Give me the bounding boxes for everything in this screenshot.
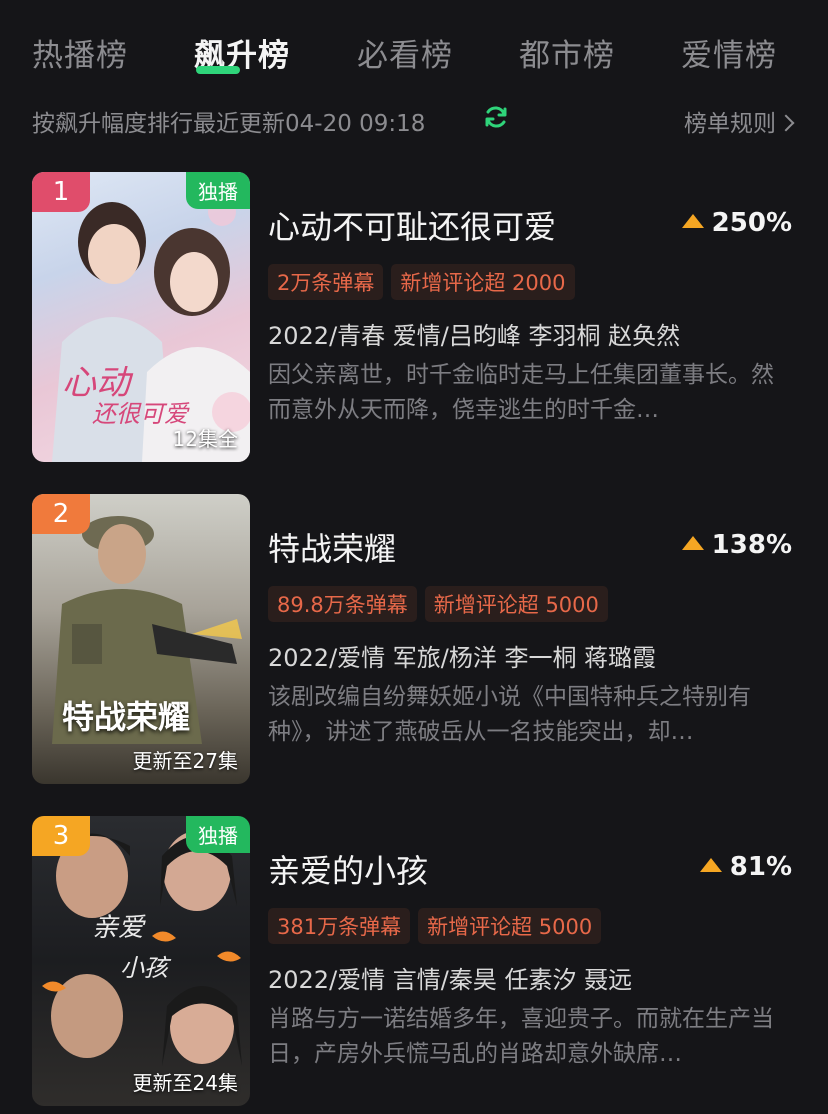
show-meta: 2022/爱情 军旅/杨洋 李一桐 蒋璐霞: [268, 644, 657, 672]
poster-image[interactable]: 2 特战荣耀 更新至27集: [32, 494, 250, 784]
ranking-item[interactable]: 心动 还很可爱 1 独播 12集全 心动不可耻还很可爱 250% 2万条弹幕 新增…: [32, 172, 792, 462]
show-meta: 2022/青春 爱情/吕昀峰 李羽桐 赵奂然: [268, 322, 681, 350]
tab-bar: 热播榜 飙升榜 必看榜 都市榜 爱情榜: [0, 30, 828, 80]
episode-count: 更新至27集: [132, 749, 238, 773]
danmaku-count-tag: 381万条弹幕: [268, 908, 411, 944]
tag-list: 381万条弹幕 新增评论超 5000: [268, 908, 609, 944]
danmaku-count-tag: 89.8万条弹幕: [268, 586, 417, 622]
ranking-rules-link[interactable]: 榜单规则: [684, 104, 795, 138]
ranking-item[interactable]: 2 特战荣耀 更新至27集 特战荣耀 138% 89.8万条弹幕 新增评论超 50…: [32, 494, 792, 784]
triangle-up-icon: [699, 858, 722, 872]
show-title[interactable]: 亲爱的小孩: [268, 846, 428, 892]
episode-count: 更新至24集: [132, 1071, 238, 1095]
poster-title: 特战荣耀: [62, 698, 191, 736]
show-title[interactable]: 特战荣耀: [268, 524, 396, 570]
rise-value: 138%: [711, 530, 792, 560]
ranking-info-bar: 按飙升幅度排行最近更新04-20 09:18 榜单规则: [32, 103, 795, 138]
ranking-item[interactable]: 亲爱 小孩 3 独播 更新至24集 亲爱的小孩 81% 381万条弹幕 新增评论超…: [32, 816, 792, 1106]
poster-image[interactable]: 亲爱 小孩 3 独播 更新至24集: [32, 816, 250, 1106]
active-tab-indicator: [196, 66, 240, 74]
svg-text:小孩: 小孩: [120, 954, 172, 982]
rank-badge: 2: [32, 494, 90, 534]
tab-romance[interactable]: 爱情榜: [681, 30, 777, 75]
rise-percentage: 81%: [699, 852, 792, 882]
tab-urban[interactable]: 都市榜: [519, 30, 615, 75]
triangle-up-icon: [681, 536, 704, 550]
tab-must-watch[interactable]: 必看榜: [357, 30, 453, 75]
danmaku-count-tag: 2万条弹幕: [268, 264, 384, 300]
tag-list: 89.8万条弹幕 新增评论超 5000: [268, 586, 616, 622]
ranking-rules-label: 榜单规则: [684, 111, 776, 137]
episode-count: 12集全: [172, 427, 238, 451]
comment-count-tag: 新增评论超 5000: [418, 908, 602, 944]
show-description: 肖路与方一诺结婚多年，喜迎贵子。而就在生产当日，产房外兵慌马乱的肖路却意外缺席…: [268, 1006, 774, 1067]
tag-list: 2万条弹幕 新增评论超 2000: [268, 264, 583, 300]
comment-count-tag: 新增评论超 5000: [424, 586, 608, 622]
refresh-icon[interactable]: [482, 103, 510, 131]
poster-art: 亲爱 小孩: [42, 831, 242, 1066]
rise-value: 81%: [729, 852, 792, 882]
show-description: 因父亲离世，时千金临时走马上任集团董事长。然而意外从天而降，侥幸逃生的时千金…: [268, 362, 774, 423]
chevron-right-icon: [777, 114, 795, 132]
poster-art: 心动 还很可爱: [52, 198, 250, 462]
ranking-description: 按飙升幅度排行最近更新04-20 09:18: [32, 111, 426, 137]
show-description: 该剧改编自纷舞妖姬小说《中国特种兵之特别有种》，讲述了燕破岳从一名技能突出，却…: [268, 684, 751, 745]
rank-badge: 1: [32, 172, 90, 212]
poster-art: [52, 516, 242, 744]
comment-count-tag: 新增评论超 2000: [391, 264, 575, 300]
rise-value: 250%: [711, 208, 792, 238]
svg-text:心动: 心动: [62, 363, 134, 403]
show-meta: 2022/爱情 言情/秦昊 任素汐 聂远: [268, 966, 633, 994]
rank-badge: 3: [32, 816, 90, 856]
poster-image[interactable]: 心动 还很可爱 1 独播 12集全: [32, 172, 250, 462]
exclusive-badge: 独播: [186, 816, 250, 853]
triangle-up-icon: [681, 214, 704, 228]
rise-percentage: 250%: [681, 208, 792, 238]
show-title[interactable]: 心动不可耻还很可爱: [268, 202, 556, 248]
rise-percentage: 138%: [681, 530, 792, 560]
tab-hot[interactable]: 热播榜: [32, 30, 128, 75]
exclusive-badge: 独播: [186, 172, 250, 209]
svg-text:亲爱: 亲爱: [92, 913, 146, 943]
